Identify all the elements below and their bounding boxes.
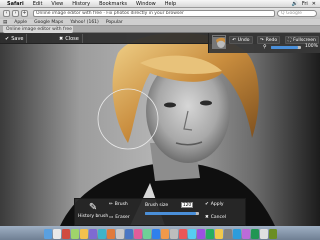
spotlight-icon[interactable]: ✕ xyxy=(312,1,316,7)
redo-label: Redo xyxy=(265,37,278,43)
dock-app-icon[interactable] xyxy=(106,229,115,239)
dock xyxy=(0,226,320,240)
redo-button[interactable]: ↷ Redo xyxy=(257,36,281,44)
apply-icon: ✔ xyxy=(205,202,209,207)
dock-app-icon[interactable] xyxy=(268,229,277,239)
dock-app-icon[interactable] xyxy=(115,229,124,239)
bookmark-popular[interactable]: Popular xyxy=(106,20,123,25)
volume-icon[interactable]: 🔊 xyxy=(292,1,298,7)
brush-size-slider[interactable] xyxy=(145,212,199,215)
dock-app-icon[interactable] xyxy=(52,229,61,239)
zoom-value: 100% xyxy=(305,44,318,49)
close-label: Close xyxy=(65,35,79,42)
dock-app-icon[interactable] xyxy=(178,229,187,239)
save-button[interactable]: ✔ Save xyxy=(2,34,28,43)
forward-button[interactable]: › xyxy=(12,10,19,17)
redo-icon: ↷ xyxy=(260,37,264,43)
history-brush-button[interactable]: ✎ History brush xyxy=(78,202,108,219)
undo-label: Undo xyxy=(237,37,250,43)
menu-history[interactable]: History xyxy=(72,1,90,7)
brush-size-slider-fill xyxy=(145,212,197,215)
menu-window[interactable]: Window xyxy=(136,1,156,7)
dock-app-icon[interactable] xyxy=(205,229,214,239)
zoom-slider-fill xyxy=(271,46,298,49)
menu-view[interactable]: View xyxy=(51,1,63,7)
bookmarks-bar: ▤ Apple Google Maps Yahoo! (161) Popular xyxy=(0,19,320,26)
dock-app-icon[interactable] xyxy=(151,229,160,239)
fullscreen-icon: ⛶ xyxy=(288,38,292,43)
brush-size-label: Brush size xyxy=(145,203,169,208)
menu-bar: Safari Edit View History Bookmarks Windo… xyxy=(0,0,320,8)
fullscreen-button[interactable]: ⛶ Fullscreen xyxy=(285,36,319,44)
dock-app-icon[interactable] xyxy=(124,229,133,239)
cancel-label: Cancel xyxy=(210,215,227,220)
undo-button[interactable]: ↶ Undo xyxy=(229,36,253,44)
bookmark-apple[interactable]: Apple xyxy=(14,20,27,25)
dock-app-icon[interactable] xyxy=(187,229,196,239)
brush-size-input[interactable]: 120 xyxy=(181,202,193,208)
navigator-thumbnail[interactable] xyxy=(212,35,226,49)
close-icon: ✖ xyxy=(59,35,64,42)
dock-app-icon[interactable] xyxy=(142,229,151,239)
cancel-icon: ✖ xyxy=(205,215,209,220)
dock-app-icon[interactable] xyxy=(214,229,223,239)
view-panel: ↶ Undo ↷ Redo ⛶ Fullscreen ⚲ 100% xyxy=(208,33,320,53)
dock-app-icon[interactable] xyxy=(70,229,79,239)
brush-button[interactable]: ✏ Brush xyxy=(109,202,128,207)
dock-app-icon[interactable] xyxy=(133,229,142,239)
fullscreen-label: Fullscreen xyxy=(293,37,316,43)
dock-app-icon[interactable] xyxy=(79,229,88,239)
eraser-icon: ▭ xyxy=(109,215,114,220)
menu-bookmarks[interactable]: Bookmarks xyxy=(99,1,127,7)
save-icon: ✔ xyxy=(5,35,10,42)
back-button[interactable]: ‹ xyxy=(3,10,10,17)
search-field[interactable]: Q Google xyxy=(277,10,317,17)
dock-app-icon[interactable] xyxy=(196,229,205,239)
brush-label: Brush xyxy=(114,202,128,207)
browser-toolbar: ‹ › + Online image editor with free · Fi… xyxy=(0,8,320,19)
eraser-button[interactable]: ▭ Eraser xyxy=(109,215,130,220)
eraser-label: Eraser xyxy=(115,215,130,220)
bookmark-google-maps[interactable]: Google Maps xyxy=(34,20,63,25)
bookmarks-icon[interactable]: ▤ xyxy=(3,20,7,25)
dock-app-icon[interactable] xyxy=(97,229,106,239)
bookmark-yahoo[interactable]: Yahoo! (161) xyxy=(70,20,99,25)
address-bar[interactable]: Online image editor with free · Fix phot… xyxy=(33,10,275,17)
cancel-button[interactable]: ✖ Cancel xyxy=(205,215,226,220)
dock-app-icon[interactable] xyxy=(259,229,268,239)
brush-toolbar: ✎ History brush ✏ Brush ▭ Eraser Brush s… xyxy=(74,198,246,226)
history-brush-label: History brush xyxy=(78,214,109,219)
close-button[interactable]: ✖ Close xyxy=(56,34,83,43)
zoom-slider[interactable] xyxy=(271,46,301,49)
history-brush-icon: ✎ xyxy=(88,202,98,213)
dock-app-icon[interactable] xyxy=(88,229,97,239)
menu-edit[interactable]: Edit xyxy=(33,1,43,7)
dock-app-icon[interactable] xyxy=(61,229,70,239)
menu-safari[interactable]: Safari xyxy=(7,1,24,7)
menu-clock[interactable]: Fri xyxy=(302,1,308,7)
add-bookmark-button[interactable]: + xyxy=(21,10,28,17)
zoom-icon: ⚲ xyxy=(263,44,267,50)
dock-app-icon[interactable] xyxy=(169,229,178,239)
browser-tab[interactable]: Online image editor with free Fix xyxy=(3,26,73,33)
brush-icon: ✏ xyxy=(109,202,113,207)
apply-button[interactable]: ✔ Apply xyxy=(205,202,224,207)
dock-app-icon[interactable] xyxy=(241,229,250,239)
save-label: Save xyxy=(11,35,24,42)
menu-help[interactable]: Help xyxy=(165,1,176,7)
menu-status-area: 🔊 Fri ✕ xyxy=(292,1,316,7)
tab-bar: Online image editor with free Fix xyxy=(0,26,320,33)
dock-app-icon[interactable] xyxy=(223,229,232,239)
dock-app-icon[interactable] xyxy=(160,229,169,239)
undo-icon: ↶ xyxy=(232,37,236,43)
dock-app-icon[interactable] xyxy=(43,229,52,239)
dock-app-icon[interactable] xyxy=(232,229,241,239)
apply-label: Apply xyxy=(210,202,224,207)
dock-app-icon[interactable] xyxy=(250,229,259,239)
image-editor: ✔ Save ✖ Close ↶ Undo ↷ Redo ⛶ Fullscree… xyxy=(0,33,320,226)
